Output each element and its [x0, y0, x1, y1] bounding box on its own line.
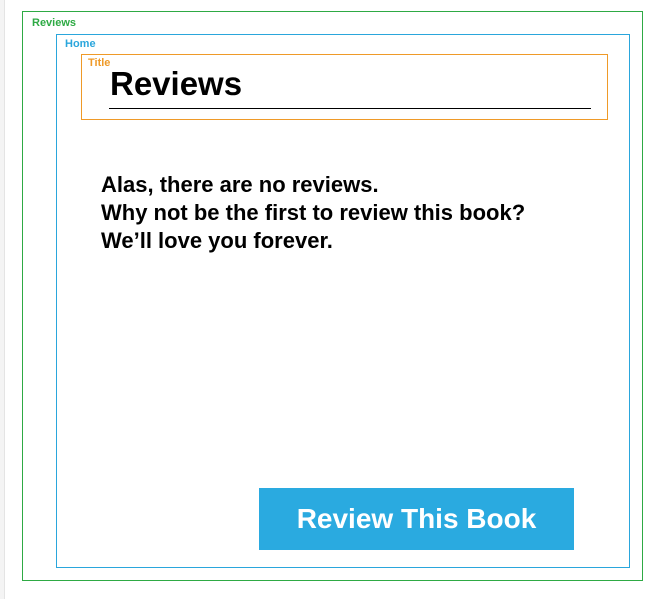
title-frame-label: Title — [88, 57, 111, 69]
empty-message-line-2: Why not be the first to review this book… — [101, 200, 526, 225]
page-left-edge — [0, 0, 5, 599]
empty-message-line-1: Alas, there are no reviews. — [101, 172, 379, 197]
title-underline — [109, 108, 591, 109]
empty-message-line-3: We’ll love you forever. — [101, 228, 333, 253]
home-frame-label: Home — [65, 38, 96, 50]
review-this-book-button[interactable]: Review This Book — [259, 488, 574, 550]
reviews-frame-label: Reviews — [32, 17, 77, 29]
empty-reviews-message: Alas, there are no reviews. Why not be t… — [101, 171, 601, 255]
page-title: Reviews — [110, 65, 243, 102]
